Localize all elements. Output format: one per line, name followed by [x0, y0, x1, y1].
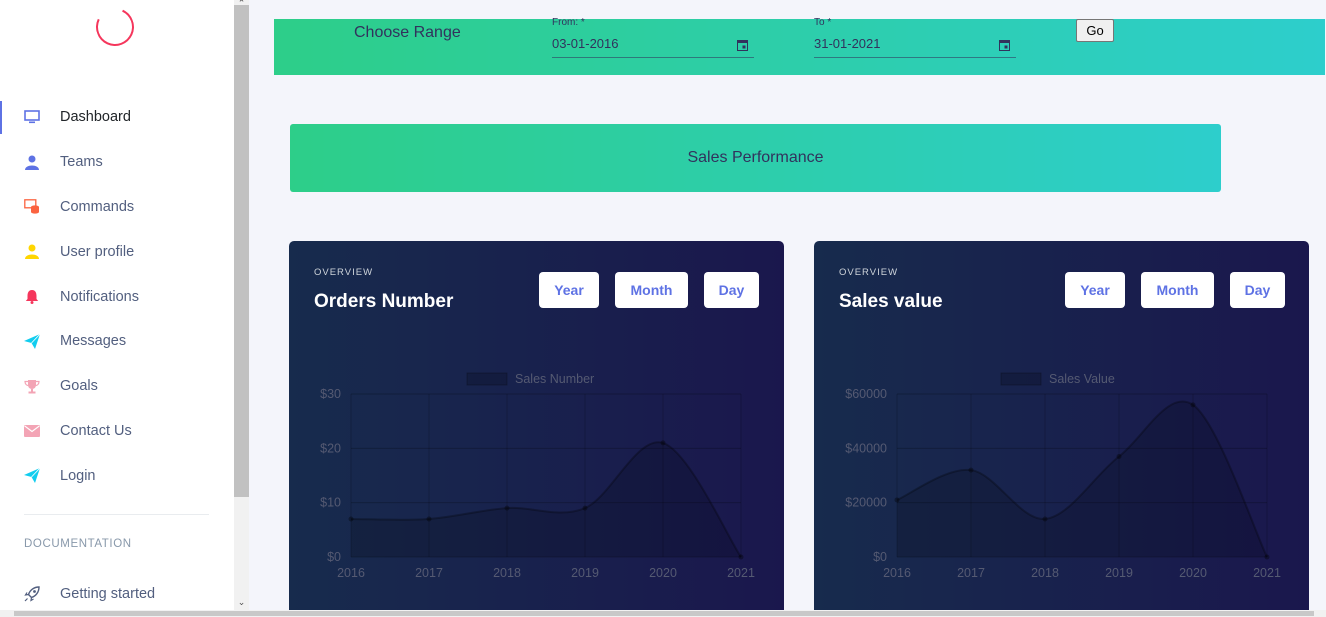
data-point	[894, 497, 900, 503]
orders-number-card: OVERVIEW Orders Number Year Month Day $0…	[289, 241, 784, 617]
sales-value-card: OVERVIEW Sales value Year Month Day $0 $2…	[814, 241, 1309, 617]
data-point	[504, 505, 510, 511]
sidebar-item-label: Contact Us	[60, 422, 132, 439]
x-tick-label: 2019	[1105, 566, 1133, 580]
sidebar-item-label: Getting started	[60, 586, 156, 603]
tv-icon	[24, 109, 40, 125]
user-icon	[24, 154, 40, 170]
calendar-icon[interactable]	[999, 38, 1010, 56]
brand-logo[interactable]	[90, 2, 140, 52]
data-point	[582, 505, 588, 511]
sidebar-item-label: Teams	[60, 154, 103, 171]
to-date-field[interactable]: To * 31-01-2021	[814, 17, 1016, 58]
y-tick-label: $20	[320, 441, 341, 455]
scrollbar-thumb[interactable]	[14, 611, 1314, 616]
x-tick-label: 2016	[883, 566, 911, 580]
email-icon	[24, 423, 40, 439]
date-range-bar: Choose Range From: * 03-01-2016 To * 31-…	[274, 17, 1325, 75]
sidebar-item-goals[interactable]: Goals	[0, 364, 234, 409]
bell-icon	[24, 289, 40, 305]
x-tick-label: 2017	[957, 566, 985, 580]
x-tick-label: 2019	[571, 566, 599, 580]
x-tick-label: 2017	[415, 566, 443, 580]
data-point	[660, 440, 666, 446]
sidebar-scrollbar[interactable]: ⌃ ⌄	[234, 0, 249, 610]
data-point	[738, 554, 744, 560]
sidebar-item-label: Login	[60, 467, 96, 484]
sidebar-item-user-profile[interactable]: User profile	[0, 229, 234, 274]
to-date-label: To *	[814, 17, 832, 28]
y-tick-label: $0	[873, 550, 887, 564]
data-point	[348, 516, 354, 522]
send-icon	[24, 333, 40, 349]
data-point	[426, 516, 432, 522]
data-point	[968, 467, 974, 473]
x-tick-label: 2018	[1031, 566, 1059, 580]
x-tick-label: 2021	[727, 566, 755, 580]
sidebar-item-commands[interactable]: Commands	[0, 185, 234, 230]
sidebar-item-label: Commands	[60, 198, 135, 215]
orders-number-chart: $0 $10 $20 $30 2016 2017 2018 2019 2020 2021 Sales…	[320, 372, 755, 580]
sidebar-item-getting-started[interactable]: Getting started	[0, 572, 234, 610]
y-tick-label: $10	[320, 496, 341, 510]
from-date-label: From: *	[552, 17, 585, 28]
sidebar-divider	[24, 514, 209, 515]
legend-label: Sales Value	[1049, 372, 1115, 386]
y-tick-label: $40000	[845, 441, 887, 455]
scrollbar-thumb[interactable]	[234, 5, 249, 497]
legend-swatch	[466, 372, 508, 386]
sales-performance-title: Sales Performance	[687, 149, 824, 166]
data-point	[1116, 453, 1122, 459]
x-tick-label: 2021	[1253, 566, 1281, 580]
data-point	[1042, 516, 1048, 522]
user-icon	[24, 244, 40, 260]
x-tick-label: 2018	[493, 566, 521, 580]
sales-performance-banner: Sales Performance	[290, 124, 1221, 192]
x-tick-label: 2020	[1179, 566, 1207, 580]
y-tick-label: $30	[320, 387, 341, 401]
y-tick-label: $20000	[845, 496, 887, 510]
calendar-icon[interactable]	[737, 38, 748, 56]
x-tick-label: 2020	[649, 566, 677, 580]
sidebar-nav: Dashboard Teams Commands User profile No…	[0, 95, 234, 498]
range-title: Choose Range	[354, 24, 461, 41]
data-point	[1190, 402, 1196, 408]
go-button[interactable]: Go	[1076, 19, 1114, 42]
sidebar-item-label: User profile	[60, 243, 135, 260]
sidebar-item-label: Messages	[60, 333, 127, 350]
sidebar-item-notifications[interactable]: Notifications	[0, 274, 234, 319]
sidebar-item-label: Notifications	[60, 288, 139, 305]
y-tick-label: $0	[327, 550, 341, 564]
from-date-value[interactable]: 03-01-2016	[552, 36, 619, 51]
scroll-down-icon[interactable]: ⌄	[234, 596, 249, 608]
sidebar-item-label: Goals	[60, 378, 98, 395]
sidebar-item-contact-us[interactable]: Contact Us	[0, 409, 234, 454]
page-horizontal-scrollbar[interactable]	[0, 610, 1326, 617]
y-tick-label: $60000	[845, 387, 887, 401]
data-point	[1264, 554, 1270, 560]
sidebar: Dashboard Teams Commands User profile No…	[0, 0, 234, 610]
sidebar-item-teams[interactable]: Teams	[0, 140, 234, 185]
send-icon	[24, 468, 40, 484]
sidebar-item-label: Dashboard	[60, 109, 131, 126]
sidebar-item-login[interactable]: Login	[0, 453, 234, 498]
database-icon	[24, 199, 40, 215]
series-area	[897, 401, 1267, 557]
trophy-icon	[24, 378, 40, 394]
rocket-icon	[24, 586, 40, 603]
sales-value-chart: $0 $20000 $40000 $60000 2016 2017 2018 2019 2020…	[845, 372, 1281, 580]
from-date-field[interactable]: From: * 03-01-2016	[552, 17, 754, 58]
legend-swatch	[1000, 372, 1042, 386]
sidebar-item-messages[interactable]: Messages	[0, 319, 234, 364]
legend-label: Sales Number	[515, 372, 594, 386]
x-tick-label: 2016	[337, 566, 365, 580]
documentation-heading: DOCUMENTATION	[24, 538, 132, 550]
sidebar-item-dashboard[interactable]: Dashboard	[0, 95, 234, 140]
to-date-value[interactable]: 31-01-2021	[814, 36, 881, 51]
